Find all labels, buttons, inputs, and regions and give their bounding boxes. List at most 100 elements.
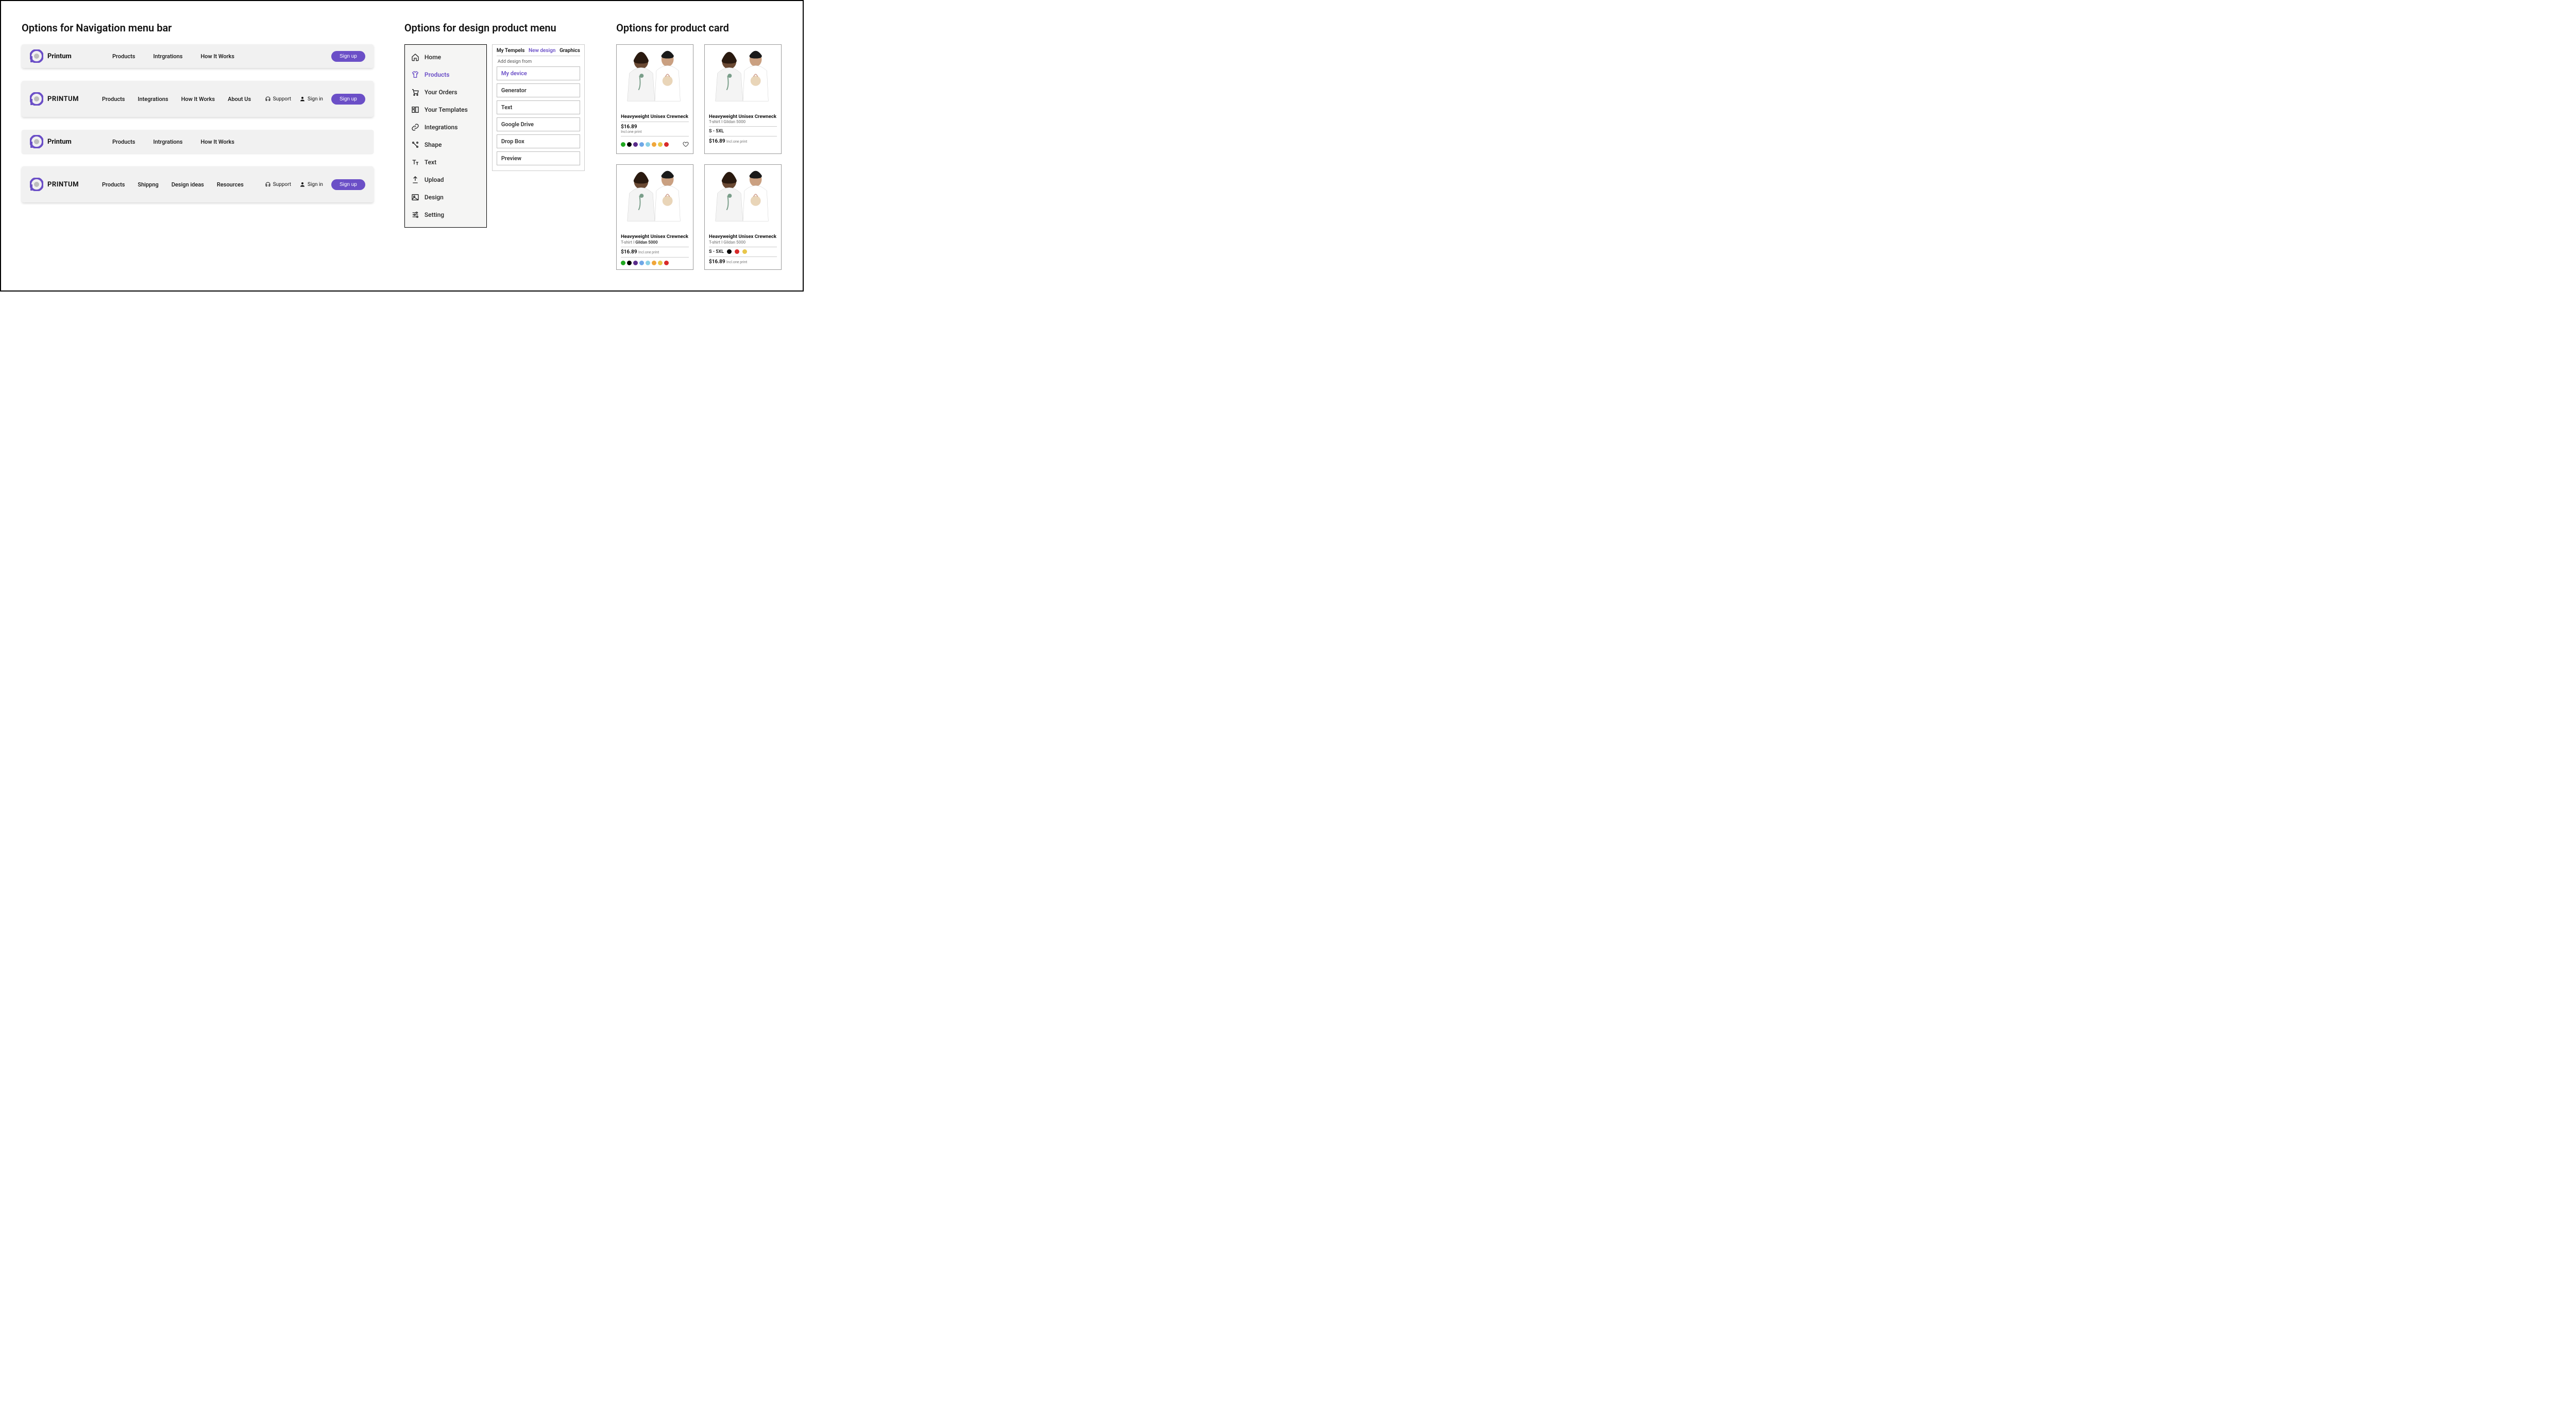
sidebar-item-templates[interactable]: Your Templates — [411, 106, 480, 114]
signin-link[interactable]: Sign in — [299, 181, 323, 187]
swatch[interactable] — [627, 142, 632, 147]
product-card-4[interactable]: Heavyweight Unisex Crewneck T-shirt I Gi… — [704, 164, 782, 269]
product-card-3[interactable]: Heavyweight Unisex Crewneck T-shirt I Gi… — [616, 164, 693, 269]
sidebar-item-design[interactable]: Design — [411, 193, 480, 201]
sidebar-label: Home — [425, 54, 441, 61]
sidebar-label: Shape — [425, 141, 442, 148]
swatch[interactable] — [621, 142, 625, 147]
option-google-drive[interactable]: Google Drive — [497, 117, 580, 131]
product-note: Incl.one print — [726, 140, 747, 144]
product-title: Heavyweight Unisex Crewneck — [709, 234, 777, 239]
user-icon — [299, 181, 306, 187]
nav-link-howitworks[interactable]: How It Works — [181, 96, 215, 102]
sidebar-label: Upload — [425, 176, 444, 183]
option-preview[interactable]: Preview — [497, 151, 580, 165]
swatch[interactable] — [633, 142, 638, 147]
logo-icon — [30, 92, 43, 106]
sidebar-item-orders[interactable]: Your Orders — [411, 88, 480, 96]
brand-logo[interactable]: PRINTUM — [30, 178, 92, 191]
swatch[interactable] — [646, 261, 650, 265]
product-card-1[interactable]: Heavyweight Unisex Crewneck $16.89 Incl.… — [616, 44, 693, 154]
product-card-2[interactable]: Heavyweight Unisex Crewneck T-shirt I Gi… — [704, 44, 782, 154]
option-text[interactable]: Text — [497, 100, 580, 114]
upload-icon — [411, 176, 419, 184]
panel-label: Add design from — [498, 59, 580, 64]
swatch[interactable] — [646, 142, 650, 147]
sidebar-item-integrations[interactable]: Integrations — [411, 123, 480, 131]
divider — [621, 257, 689, 258]
product-subtitle: T-shirt I Gildan 5000 — [621, 240, 689, 245]
option-my-device[interactable]: My device — [497, 66, 580, 80]
swatch[interactable] — [658, 142, 663, 147]
nav-link-integrations[interactable]: Integrations — [138, 96, 168, 102]
signup-button[interactable]: Sign up — [331, 51, 365, 62]
sidebar-item-text[interactable]: Text — [411, 158, 480, 166]
headset-icon — [265, 181, 271, 187]
tab-templates[interactable]: My Tempels — [497, 48, 524, 54]
nav-links: Products Intrgrations How It Works — [112, 139, 234, 145]
nav-link-products[interactable]: Products — [112, 53, 135, 60]
card-section-title: Options for product card — [616, 22, 782, 34]
option-drop-box[interactable]: Drop Box — [497, 134, 580, 148]
nav-link-about[interactable]: About Us — [228, 96, 251, 102]
product-title: Heavyweight Unisex Crewneck — [709, 114, 777, 119]
tab-graphics[interactable]: Graphics — [560, 48, 580, 54]
nav-link-howitworks[interactable]: How It Works — [200, 139, 234, 145]
swatch[interactable] — [664, 142, 669, 147]
brand-name: Printum — [47, 138, 72, 146]
signup-button[interactable]: Sign up — [331, 94, 365, 105]
brand-logo[interactable]: Printum — [30, 135, 92, 148]
nav-link-integrations[interactable]: Intrgrations — [153, 139, 182, 145]
nav-link-products[interactable]: Products — [112, 139, 135, 145]
sidebar-item-upload[interactable]: Upload — [411, 176, 480, 184]
swatch[interactable] — [658, 261, 663, 265]
swatch[interactable] — [621, 261, 625, 265]
swatch[interactable] — [639, 142, 644, 147]
sidebar-label: Integrations — [425, 124, 458, 131]
signin-label: Sign in — [308, 182, 323, 187]
brand-logo[interactable]: PRINTUM — [30, 92, 92, 106]
logo-icon — [30, 49, 43, 63]
nav-link-products[interactable]: Products — [102, 181, 125, 188]
tab-new-design[interactable]: New design — [529, 48, 555, 54]
sidebar-item-setting[interactable]: Setting — [411, 211, 480, 219]
swatch[interactable] — [652, 261, 656, 265]
navbar-variant-2: PRINTUM Products Integrations How It Wor… — [22, 81, 374, 117]
signup-button[interactable]: Sign up — [331, 179, 365, 190]
sidebar-label: Design — [425, 194, 444, 201]
sidebar-item-shape[interactable]: Shape — [411, 141, 480, 149]
swatch[interactable] — [627, 261, 632, 265]
design-section-title: Options for design product menu — [404, 22, 585, 34]
nav-link-resources[interactable]: Resources — [217, 181, 244, 188]
favorite-button[interactable] — [683, 140, 689, 149]
support-link[interactable]: Support — [265, 181, 291, 187]
design-sidebar: Home Products Your Orders Your Templates… — [404, 44, 487, 228]
swatch[interactable] — [652, 142, 656, 147]
product-price: $16.89 — [709, 139, 725, 144]
signin-link[interactable]: Sign in — [299, 96, 323, 102]
sidebar-item-products[interactable]: Products — [411, 71, 480, 79]
nav-link-products[interactable]: Products — [102, 96, 125, 102]
swatch[interactable] — [727, 249, 732, 254]
logo-icon — [30, 135, 43, 148]
nav-link-howitworks[interactable]: How It Works — [200, 53, 234, 60]
nav-link-shipping[interactable]: Shippng — [138, 181, 158, 188]
product-title: Heavyweight Unisex Crewneck — [621, 234, 689, 239]
logo-icon — [30, 178, 43, 191]
nav-link-integrations[interactable]: Intrgrations — [153, 53, 182, 60]
nav-link-ideas[interactable]: Design ideas — [172, 181, 204, 188]
swatch[interactable] — [639, 261, 644, 265]
swatch[interactable] — [633, 261, 638, 265]
brand-logo[interactable]: Printum — [30, 49, 92, 63]
sliders-icon — [411, 211, 419, 219]
signin-label: Sign in — [308, 96, 323, 102]
swatch[interactable] — [742, 249, 747, 254]
option-generator[interactable]: Generator — [497, 83, 580, 97]
sidebar-item-home[interactable]: Home — [411, 53, 480, 61]
shape-icon — [411, 141, 419, 149]
sidebar-label: Setting — [425, 211, 444, 218]
swatch[interactable] — [735, 249, 739, 254]
sidebar-label: Your Orders — [425, 89, 457, 96]
swatch[interactable] — [664, 261, 669, 265]
support-link[interactable]: Support — [265, 96, 291, 102]
